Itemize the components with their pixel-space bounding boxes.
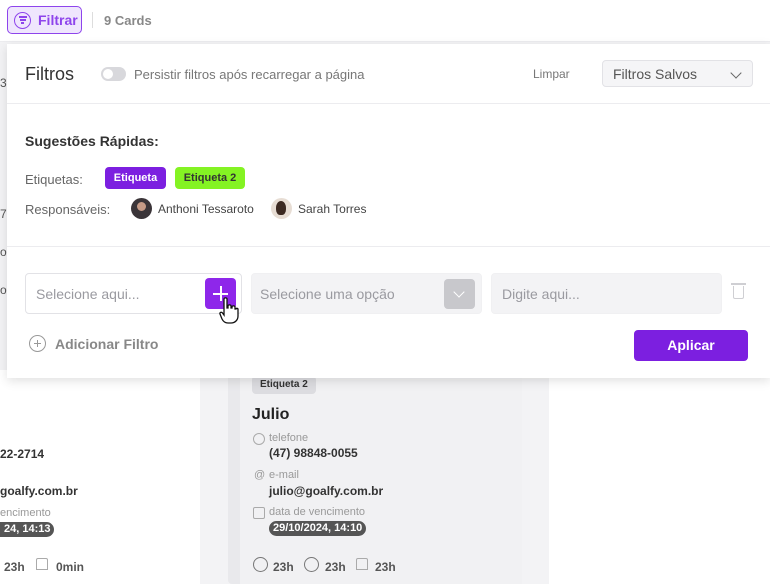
card-phone: (47) 98848-0055 — [269, 446, 358, 460]
plus-circle-icon — [29, 335, 46, 352]
hand-cursor-icon — [219, 297, 239, 324]
responsibles-label: Responsáveis: — [25, 202, 111, 217]
tag-chip-etiqueta-2[interactable]: Etiqueta 2 — [175, 167, 245, 189]
option-select-dropdown[interactable] — [444, 279, 475, 309]
persist-filters-label: Persistir filtros após recarregar a pági… — [134, 67, 365, 82]
panel-title: Filtros — [25, 64, 74, 84]
apply-button[interactable]: Aplicar — [634, 330, 748, 361]
chevron-down-icon — [453, 286, 465, 298]
add-filter-button[interactable]: Adicionar Filtro — [29, 335, 158, 352]
value-input-placeholder: Digite aqui... — [502, 286, 580, 302]
clear-filters-link[interactable]: Limpar — [533, 67, 570, 81]
left-card-time: 23h — [4, 560, 25, 574]
avatar[interactable] — [271, 198, 292, 219]
filter-button[interactable]: Filtrar — [7, 6, 82, 34]
board-column-left — [0, 370, 200, 584]
phone-icon — [253, 433, 265, 445]
avatar[interactable] — [131, 198, 152, 219]
header-divider — [7, 103, 770, 104]
tags-label: Etiquetas: — [25, 172, 83, 187]
chevron-down-icon — [730, 67, 742, 79]
at-icon: @ — [254, 469, 266, 481]
column-header-fragment: 3 — [0, 76, 7, 90]
card-tag: Etiqueta 2 — [252, 376, 316, 394]
board-column-right — [549, 370, 770, 584]
clock-icon — [253, 557, 268, 572]
left-card-due-date: 24, 14:13 — [0, 522, 55, 537]
upload-icon — [356, 558, 368, 570]
left-card-phone: 22-2714 — [0, 447, 45, 461]
section-divider — [7, 246, 770, 247]
responsible-anthoni[interactable]: Anthoni Tessaroto — [158, 202, 254, 216]
persist-filters-toggle[interactable] — [101, 67, 126, 81]
card-phone-label: telefone — [269, 432, 309, 444]
left-card-email: goalfy.com.br — [0, 484, 78, 498]
left-card-time: 0min — [56, 560, 85, 574]
card-email: julio@goalfy.com.br — [269, 484, 384, 498]
responsible-sarah[interactable]: Sarah Torres — [298, 202, 366, 216]
card-time: 23h — [273, 560, 294, 574]
saved-filters-label: Filtros Salvos — [613, 66, 698, 82]
upload-icon — [36, 558, 48, 570]
card-email-label: e-mail — [269, 469, 299, 481]
field-select-placeholder: Selecione aqui... — [36, 286, 140, 302]
top-toolbar: Filtrar 9 Cards — [0, 0, 770, 42]
clock-icon — [304, 557, 319, 572]
filters-panel: Filtros Persistir filtros após recarrega… — [7, 44, 770, 378]
trash-icon[interactable] — [731, 283, 746, 299]
card-time: 23h — [325, 560, 346, 574]
left-card-due-label: encimento — [0, 507, 51, 519]
filter-button-label: Filtrar — [38, 12, 78, 28]
calendar-icon — [253, 507, 265, 519]
add-filter-label: Adicionar Filtro — [55, 335, 159, 352]
cards-count: 9 Cards — [104, 13, 152, 28]
option-select-placeholder: Selecione uma opção — [260, 286, 395, 302]
card-due-date: 29/10/2024, 14:10 — [269, 521, 367, 536]
card-title: Julio — [252, 406, 290, 423]
card-time: 23h — [375, 560, 396, 574]
saved-filters-select[interactable]: Filtros Salvos — [602, 60, 753, 87]
tag-chip-etiqueta[interactable]: Etiqueta — [105, 167, 166, 189]
quick-suggestions-title: Sugestões Rápidas: — [25, 133, 159, 149]
toolbar-divider — [92, 12, 93, 28]
filter-icon — [14, 11, 31, 29]
card-due-label: data de vencimento — [269, 506, 366, 518]
